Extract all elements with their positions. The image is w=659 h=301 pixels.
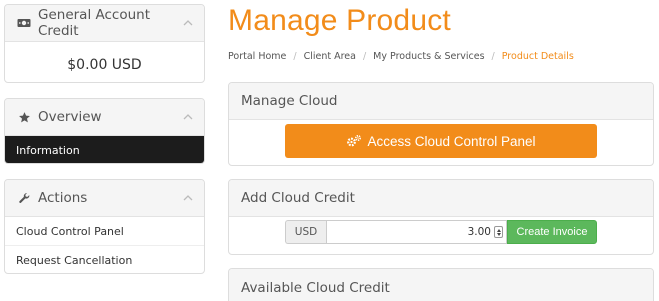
breadcrumb-separator: /: [491, 51, 495, 62]
credit-amount-value: 3.00: [467, 226, 491, 238]
star-icon: [17, 110, 31, 124]
overview-panel-title: Overview: [38, 109, 102, 125]
wrench-icon: [17, 191, 31, 205]
credit-panel-title: General Account Credit: [38, 7, 151, 39]
chevron-up-icon[interactable]: [182, 111, 194, 123]
credit-input-group: USD 3.00 Create Invoice: [285, 220, 597, 244]
add-cloud-credit-panel: Add Cloud Credit USD 3.00 Create Invoice: [228, 179, 654, 255]
manage-cloud-panel: Manage Cloud Access Cloud Control Panel: [228, 82, 654, 166]
breadcrumb-separator: /: [362, 51, 367, 62]
credit-panel-heading[interactable]: General Account Credit: [5, 5, 204, 42]
breadcrumb-portal-home[interactable]: Portal Home: [228, 51, 286, 62]
access-cloud-control-panel-label: Access Cloud Control Panel: [367, 133, 536, 149]
credit-panel: General Account Credit $0.00 USD: [4, 4, 205, 83]
available-cloud-credit-title: Available Cloud Credit: [241, 279, 390, 296]
access-cloud-control-panel-button[interactable]: Access Cloud Control Panel: [285, 124, 597, 158]
available-cloud-credit-heading: Available Cloud Credit: [229, 269, 653, 301]
breadcrumb-my-products[interactable]: My Products & Services: [373, 51, 484, 62]
breadcrumb-current: Product Details: [501, 51, 574, 62]
page-title: Manage Product: [228, 4, 451, 37]
breadcrumb-separator: /: [293, 51, 297, 62]
credit-amount-input[interactable]: 3.00: [326, 220, 507, 244]
sidebar-item-information[interactable]: Information: [5, 136, 204, 163]
manage-cloud-heading: Manage Cloud: [229, 83, 653, 120]
create-invoice-button[interactable]: Create Invoice: [507, 220, 597, 244]
breadcrumb-client-area[interactable]: Client Area: [304, 51, 356, 62]
add-cloud-credit-heading: Add Cloud Credit: [229, 180, 653, 217]
manage-cloud-title: Manage Cloud: [241, 93, 338, 109]
overview-panel-heading[interactable]: Overview: [5, 99, 204, 136]
money-icon: [17, 16, 31, 30]
overview-panel: Overview Information: [4, 98, 205, 164]
number-spinner-icon[interactable]: [494, 226, 503, 238]
cogs-icon: [346, 134, 362, 148]
breadcrumb: Portal Home / Client Area / My Products …: [228, 51, 574, 62]
credit-amount: $0.00 USD: [67, 57, 142, 73]
actions-panel-title: Actions: [38, 190, 88, 206]
actions-panel-heading[interactable]: Actions: [5, 180, 204, 217]
chevron-up-icon[interactable]: [182, 192, 194, 204]
actions-panel: Actions Cloud Control Panel Request Canc…: [4, 179, 205, 274]
chevron-up-icon[interactable]: [182, 17, 194, 29]
sidebar-item-request-cancellation[interactable]: Request Cancellation: [5, 246, 204, 273]
sidebar-item-cloud-control-panel[interactable]: Cloud Control Panel: [5, 217, 204, 246]
add-cloud-credit-title: Add Cloud Credit: [241, 190, 355, 206]
currency-addon: USD: [285, 220, 326, 244]
available-cloud-credit-panel: Available Cloud Credit: [228, 268, 654, 301]
